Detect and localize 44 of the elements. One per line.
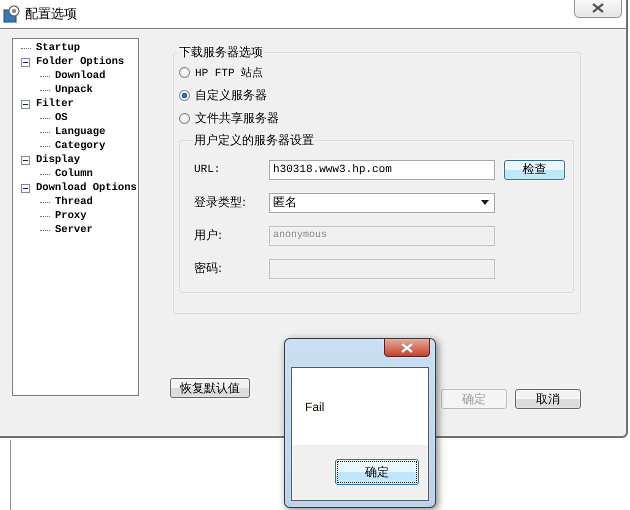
collapse-icon[interactable]: [21, 58, 30, 66]
tree-item[interactable]: Thread: [55, 196, 93, 208]
tree-item[interactable]: Download Options: [36, 182, 137, 194]
dropdown-icon: [481, 200, 489, 205]
close-button[interactable]: [384, 339, 430, 357]
group-title: 用户定义的服务器设置: [193, 132, 315, 149]
tree-item[interactable]: Unpack: [55, 84, 93, 96]
close-icon: [592, 2, 604, 12]
dialog-button[interactable]: 取消: [514, 389, 582, 409]
radio-label[interactable]: HP FTP 站点: [195, 65, 264, 80]
close-button[interactable]: [574, 0, 622, 18]
tree-item[interactable]: Server: [55, 224, 93, 236]
radio-button[interactable]: [179, 113, 190, 124]
tree-item[interactable]: Folder Options: [36, 56, 124, 68]
collapse-icon[interactable]: [21, 100, 30, 108]
app-icon: [3, 5, 21, 23]
radio-label[interactable]: 文件共享服务器: [195, 110, 279, 127]
check-button[interactable]: 检查: [504, 160, 565, 180]
group-title: 下载服务器选项: [178, 44, 264, 61]
tree-item[interactable]: Language: [55, 126, 106, 138]
tree-item[interactable]: Display: [36, 154, 80, 166]
radio-label[interactable]: 自定义服务器: [195, 87, 267, 104]
radio-button[interactable]: [179, 67, 190, 78]
tree-item[interactable]: OS: [55, 112, 68, 124]
field-label: URL:: [194, 164, 222, 176]
message-text: Fail: [305, 400, 324, 414]
field-label: 用户:: [194, 227, 224, 244]
radio-button[interactable]: [179, 90, 190, 101]
dialog-button[interactable]: 恢复默认值: [170, 378, 250, 398]
field-label: 登录类型:: [194, 194, 248, 211]
tree-item[interactable]: Column: [55, 168, 93, 180]
tree-item[interactable]: Download: [55, 70, 106, 82]
tree-item[interactable]: Category: [55, 140, 106, 152]
field-label: 密码:: [194, 260, 224, 277]
ok-button[interactable]: 确定: [335, 459, 419, 485]
collapse-icon[interactable]: [21, 184, 30, 192]
tree-item[interactable]: Filter: [36, 98, 74, 110]
close-icon: [401, 342, 413, 352]
collapse-icon[interactable]: [21, 156, 30, 164]
login-type-dropdown[interactable]: 匿名: [269, 192, 495, 212]
tree-item[interactable]: Proxy: [55, 210, 87, 222]
window-title: 配置选项: [25, 6, 77, 23]
url-field[interactable]: h30318.www3.hp.com: [269, 160, 495, 180]
tree-item[interactable]: Startup: [36, 42, 80, 54]
